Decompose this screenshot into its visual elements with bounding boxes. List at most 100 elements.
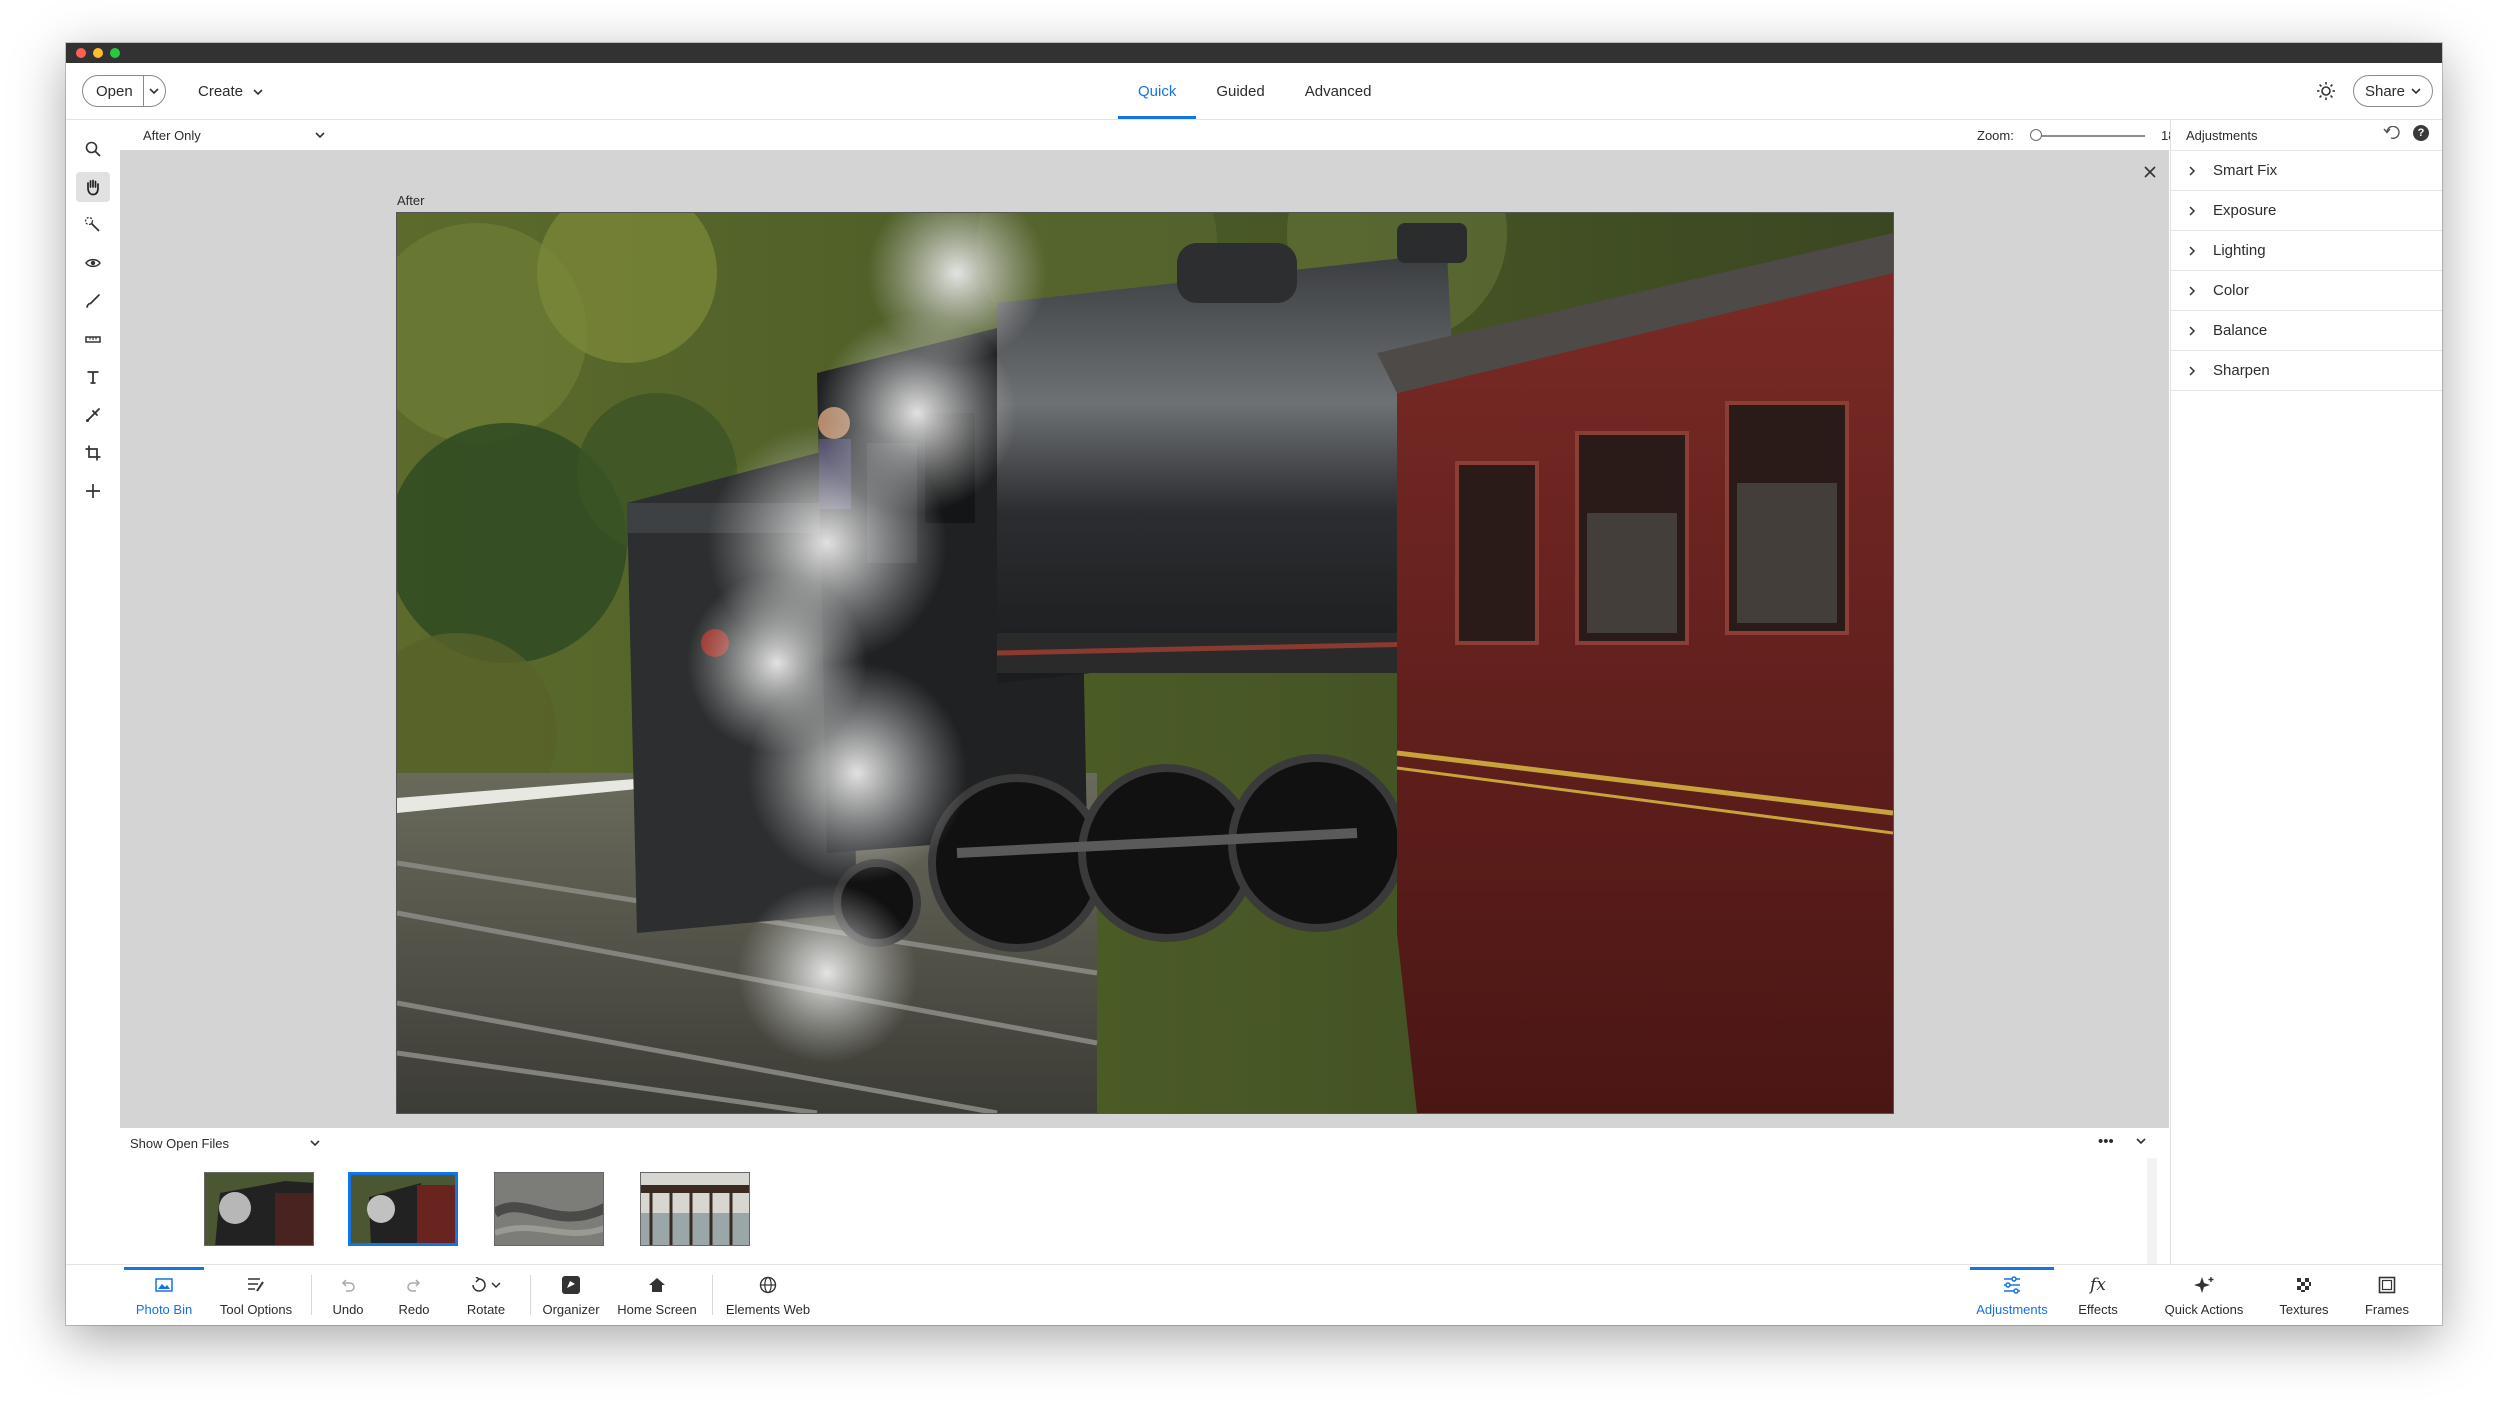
share-button[interactable]: Share [2353, 75, 2433, 107]
zoom-slider-handle[interactable] [2030, 129, 2042, 141]
panel-header-icons: ? [2383, 125, 2429, 141]
chevron-down-icon[interactable] [2411, 87, 2421, 95]
collapse-bin-icon[interactable] [2136, 1138, 2146, 1145]
adjustment-balance[interactable]: Balance [2171, 311, 2442, 351]
photo-bin-label: Photo Bin [135, 1302, 193, 1317]
photo-bin-button[interactable]: Photo Bin [124, 1267, 204, 1323]
zoom-window-button[interactable] [110, 48, 120, 58]
adjustment-label: Color [2213, 282, 2249, 299]
sparkle-icon [2193, 1272, 2215, 1298]
minimize-window-button[interactable] [93, 48, 103, 58]
quick-selection-tool[interactable] [76, 210, 110, 240]
divider [311, 1275, 312, 1315]
show-files-select[interactable]: Show Open Files [130, 1136, 320, 1151]
brush-icon [86, 294, 100, 308]
zoom-slider-track[interactable] [2035, 135, 2145, 137]
brightness-icon[interactable] [2313, 78, 2339, 104]
tab-quick[interactable]: Quick [1118, 63, 1197, 119]
create-menu[interactable]: Create [198, 75, 263, 107]
chevron-down-icon[interactable] [253, 83, 263, 100]
adjustments-panel-header: Adjustments ? [2171, 120, 2442, 151]
photo-bin [120, 1158, 2169, 1264]
chevron-down-icon[interactable] [315, 132, 325, 139]
adjustment-exposure[interactable]: Exposure [2171, 191, 2442, 231]
panel-title: Adjustments [2186, 128, 2258, 143]
type-tool[interactable] [76, 362, 110, 392]
view-select-value[interactable]: After Only [143, 128, 201, 143]
textures-icon [2295, 1272, 2313, 1298]
open-button-label[interactable]: Open [83, 76, 144, 106]
image-canvas[interactable]: After [120, 150, 2169, 1128]
adjustment-label: Smart Fix [2213, 162, 2278, 179]
home-screen-button[interactable]: Home Screen [612, 1267, 702, 1323]
adjustment-color[interactable]: Color [2171, 271, 2442, 311]
view-select[interactable]: After Only [143, 128, 325, 143]
bottom-taskbar: Photo Bin Tool Options Undo Redo Rotate … [66, 1264, 2442, 1325]
frames-label: Frames [2364, 1302, 2410, 1317]
chevron-right-icon [2171, 245, 2213, 256]
tools-panel [66, 120, 121, 1268]
effects-button[interactable]: fx Effects [2066, 1267, 2130, 1323]
top-bar: Open Create Quick Guided Advanced Share [66, 63, 2442, 120]
close-window-button[interactable] [76, 48, 86, 58]
open-button[interactable]: Open [82, 75, 166, 107]
photo-bin-scrollbar[interactable] [2147, 1158, 2157, 1264]
help-icon[interactable]: ? [2413, 125, 2429, 141]
app-window: Open Create Quick Guided Advanced Share … [66, 43, 2442, 1325]
zoom-tool[interactable] [76, 134, 110, 164]
adjustment-label: Exposure [2213, 202, 2277, 219]
thumbnail-pier[interactable] [640, 1172, 750, 1246]
adjustment-sharpen[interactable]: Sharpen [2171, 351, 2442, 391]
red-eye-tool[interactable] [76, 248, 110, 278]
tool-options-icon [246, 1272, 266, 1298]
move-tool[interactable] [76, 476, 110, 506]
undo-button[interactable]: Undo [318, 1267, 378, 1323]
elements-web-label: Elements Web [725, 1302, 811, 1317]
thumbnail-train-2-selected[interactable] [348, 1172, 458, 1246]
effects-label: Effects [2078, 1302, 2118, 1317]
share-label[interactable]: Share [2365, 83, 2405, 100]
adjustments-label: Adjustments [1976, 1302, 2048, 1317]
chevron-down-icon[interactable] [144, 87, 165, 95]
textures-button[interactable]: Textures [2266, 1267, 2342, 1323]
chevron-right-icon [2171, 325, 2213, 336]
quick-selection-icon [84, 216, 100, 232]
tab-guided[interactable]: Guided [1196, 63, 1284, 119]
divider [530, 1275, 531, 1315]
chevron-down-icon[interactable] [310, 1140, 320, 1147]
quick-actions-button[interactable]: Quick Actions [2154, 1267, 2254, 1323]
create-label[interactable]: Create [198, 83, 243, 100]
crop-tool[interactable] [76, 438, 110, 468]
photo-bin-header: Show Open Files ••• [120, 1128, 2169, 1159]
close-image-icon[interactable] [2140, 162, 2160, 182]
thumbnail-train-1[interactable] [204, 1172, 314, 1246]
crop-icon [85, 445, 101, 461]
home-screen-label: Home Screen [617, 1302, 697, 1317]
frame-icon [2378, 1272, 2396, 1298]
whiten-teeth-tool[interactable] [76, 286, 110, 316]
organizer-icon [561, 1272, 581, 1298]
elements-web-button[interactable]: Elements Web [718, 1267, 818, 1323]
redo-button[interactable]: Redo [384, 1267, 444, 1323]
adjustment-label: Sharpen [2213, 362, 2270, 379]
straighten-tool[interactable] [76, 324, 110, 354]
spot-healing-tool[interactable] [76, 400, 110, 430]
tab-advanced[interactable]: Advanced [1285, 63, 1392, 119]
tool-options-button[interactable]: Tool Options [209, 1267, 303, 1323]
thumbnail-sand[interactable] [494, 1172, 604, 1246]
title-bar [66, 43, 2442, 63]
fx-icon: fx [2090, 1275, 2106, 1295]
hand-tool[interactable] [76, 172, 110, 202]
more-options-icon[interactable]: ••• [2098, 1133, 2114, 1150]
after-label: After [397, 193, 425, 208]
adjustments-button[interactable]: Adjustments [1970, 1267, 2054, 1323]
frames-button[interactable]: Frames [2352, 1267, 2422, 1323]
main-photo[interactable] [397, 213, 1893, 1113]
show-files-value[interactable]: Show Open Files [130, 1136, 229, 1151]
adjustment-smart-fix[interactable]: Smart Fix [2171, 151, 2442, 191]
chevron-right-icon [2171, 205, 2213, 216]
reset-icon[interactable] [2383, 126, 2401, 140]
organizer-button[interactable]: Organizer [536, 1267, 606, 1323]
rotate-button[interactable]: Rotate [450, 1267, 522, 1323]
adjustment-lighting[interactable]: Lighting [2171, 231, 2442, 271]
